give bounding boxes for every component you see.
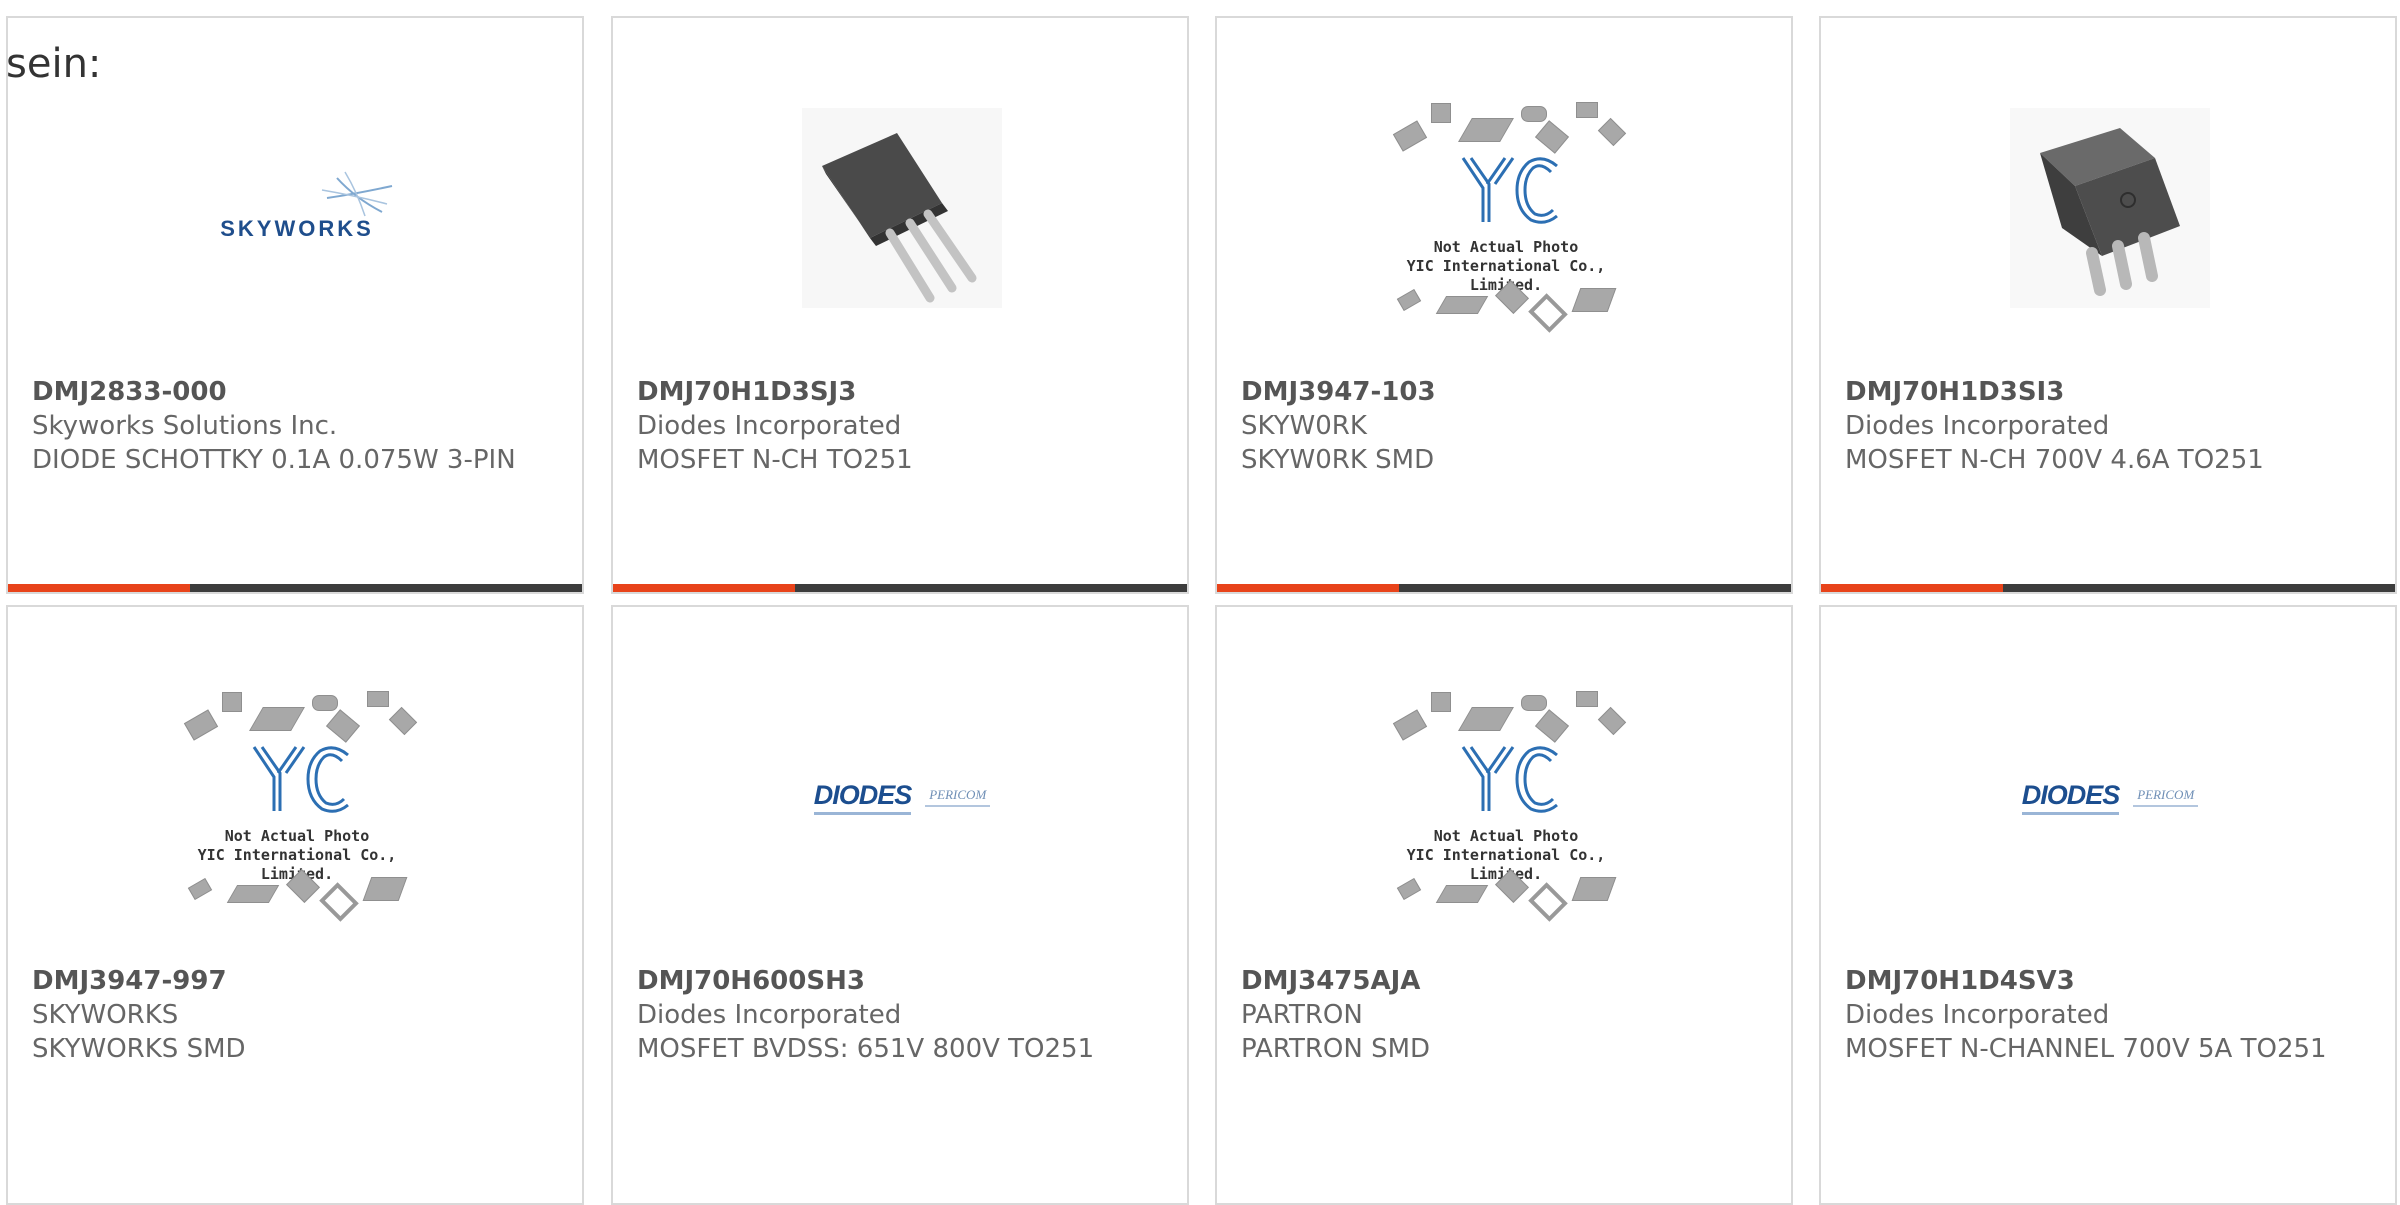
part-number[interactable]: DMJ2833-000 [32, 375, 552, 409]
product-image[interactable]: Not Actual Photo YIC International Co., … [1217, 48, 1791, 368]
manufacturer: Diodes Incorporated [637, 411, 902, 441]
manufacturer: Diodes Incorporated [1845, 1000, 2110, 1030]
product-card[interactable]: Not Actual Photo YIC International Co., … [1215, 16, 1793, 594]
part-number[interactable]: DMJ3947-103 [1241, 375, 1761, 409]
product-image[interactable] [613, 48, 1187, 368]
pericom-logo-text: PERICOM [2133, 787, 2199, 807]
part-number[interactable]: DMJ70H1D4SV3 [1845, 964, 2365, 998]
product-card[interactable]: DMJ70H1D3SI3 Diodes Incorporated MOSFET … [1819, 16, 2397, 594]
manufacturer: Diodes Incorporated [637, 1000, 902, 1030]
product-image[interactable]: SKYWORKS [8, 48, 582, 368]
card-bottom-bar [8, 584, 582, 592]
product-grid: SKYWORKS DMJ2833-000 Skyworks Solutions … [0, 0, 2400, 1205]
description: MOSFET N-CHANNEL 700V 5A TO251 [1845, 1034, 2327, 1064]
product-meta: DMJ3947-103 SKYW0RK SKYW0RK SMD [1241, 375, 1761, 477]
part-number[interactable]: DMJ70H1D3SI3 [1845, 375, 2365, 409]
product-image[interactable] [1821, 48, 2395, 368]
part-number[interactable]: DMJ70H600SH3 [637, 964, 1157, 998]
card-bottom-bar [1821, 584, 2395, 592]
pericom-logo-text: PERICOM [925, 787, 991, 807]
product-meta: DMJ70H1D3SJ3 Diodes Incorporated MOSFET … [637, 375, 1157, 477]
product-image[interactable]: Not Actual Photo YIC International Co., … [1217, 637, 1791, 957]
product-image[interactable]: DIODES PERICOM [1821, 637, 2395, 957]
product-meta: DMJ70H1D4SV3 Diodes Incorporated MOSFET … [1845, 964, 2365, 1066]
card-bottom-bar [613, 584, 1187, 592]
yic-placeholder-icon: Not Actual Photo YIC International Co., … [1371, 88, 1641, 333]
description: MOSFET BVDSS: 651V 800V TO251 [637, 1034, 1095, 1064]
product-meta: DMJ3947-997 SKYWORKS SKYWORKS SMD [32, 964, 552, 1066]
ipak-transistor-icon [2010, 108, 2210, 308]
product-meta: DMJ2833-000 Skyworks Solutions Inc. DIOD… [32, 375, 552, 477]
product-card[interactable]: DIODES PERICOM DMJ70H600SH3 Diodes Incor… [611, 605, 1189, 1205]
yic-placeholder-icon: Not Actual Photo YIC International Co., … [162, 677, 432, 922]
manufacturer: SKYW0RK [1241, 411, 1367, 441]
product-card[interactable]: Not Actual Photo YIC International Co., … [6, 605, 584, 1205]
part-number[interactable]: DMJ70H1D3SJ3 [637, 375, 1157, 409]
product-meta: DMJ3475AJA PARTRON PARTRON SMD [1241, 964, 1761, 1066]
description: DIODE SCHOTTKY 0.1A 0.075W 3-PIN [32, 445, 516, 475]
product-card[interactable]: DMJ70H1D3SJ3 Diodes Incorporated MOSFET … [611, 16, 1189, 594]
skyworks-logo-text: SKYWORKS [220, 216, 374, 241]
description: PARTRON SMD [1241, 1034, 1431, 1064]
product-card[interactable]: SKYWORKS DMJ2833-000 Skyworks Solutions … [6, 16, 584, 594]
part-number[interactable]: DMJ3475AJA [1241, 964, 1761, 998]
product-card[interactable]: Not Actual Photo YIC International Co., … [1215, 605, 1793, 1205]
manufacturer: SKYWORKS [32, 1000, 179, 1030]
skyworks-logo-icon: SKYWORKS [187, 168, 407, 248]
product-meta: DMJ70H600SH3 Diodes Incorporated MOSFET … [637, 964, 1157, 1066]
part-number[interactable]: DMJ3947-997 [32, 964, 552, 998]
product-image[interactable]: DIODES PERICOM [613, 637, 1187, 957]
card-accent-bar [8, 584, 190, 592]
description: SKYW0RK SMD [1241, 445, 1435, 475]
diodes-logo-icon: DIODES PERICOM [813, 780, 991, 815]
product-meta: DMJ70H1D3SI3 Diodes Incorporated MOSFET … [1845, 375, 2365, 477]
card-bottom-bar [1217, 584, 1791, 592]
card-accent-bar [1821, 584, 2003, 592]
description: MOSFET N-CH 700V 4.6A TO251 [1845, 445, 2264, 475]
to251-transistor-icon [802, 108, 1002, 308]
diodes-logo-text: DIODES [813, 780, 912, 815]
description: MOSFET N-CH TO251 [637, 445, 913, 475]
manufacturer: Diodes Incorporated [1845, 411, 2110, 441]
intro-text: sein: [6, 41, 102, 87]
product-card[interactable]: DIODES PERICOM DMJ70H1D4SV3 Diodes Incor… [1819, 605, 2397, 1205]
card-accent-bar [1217, 584, 1399, 592]
card-accent-bar [613, 584, 795, 592]
diodes-logo-text: DIODES [2021, 780, 2120, 815]
manufacturer: PARTRON [1241, 1000, 1363, 1030]
manufacturer: Skyworks Solutions Inc. [32, 411, 338, 441]
yic-placeholder-icon: Not Actual Photo YIC International Co., … [1371, 677, 1641, 922]
diodes-logo-icon: DIODES PERICOM [2021, 780, 2199, 815]
product-image[interactable]: Not Actual Photo YIC International Co., … [8, 637, 582, 957]
description: SKYWORKS SMD [32, 1034, 246, 1064]
